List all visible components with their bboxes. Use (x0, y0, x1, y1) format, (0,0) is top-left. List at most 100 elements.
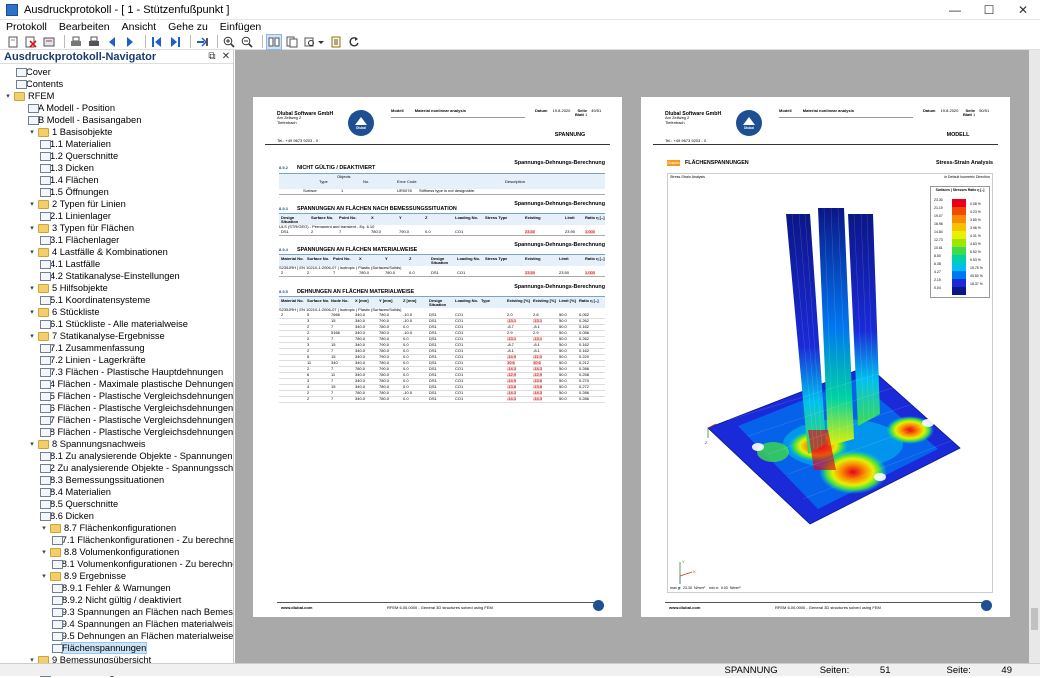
tree-item[interactable]: 7.5 Flächen - Plastische Vergleichsdehnu… (0, 390, 233, 402)
last-page-icon[interactable] (168, 35, 182, 49)
tree-item[interactable]: Flächenspannungen (0, 642, 233, 654)
pin-icon[interactable]: ⧉ (205, 51, 219, 62)
refresh-icon[interactable] (347, 35, 361, 49)
tree-item[interactable]: ▾ 8.7 Flächenkonfigurationen (0, 522, 233, 534)
delete-icon[interactable] (24, 35, 38, 49)
tree-item[interactable]: 7.1 Zusammenfassung (0, 342, 233, 354)
menu-einfuegen[interactable]: Einfügen (214, 21, 267, 33)
cell: DS1 (429, 330, 437, 335)
tree-item[interactable]: ▾ 5 Hilfsobjekte (0, 282, 233, 294)
tree-item[interactable]: 8.4 Materialien (0, 486, 233, 498)
expand-arrow-icon[interactable]: ▾ (40, 548, 48, 556)
model-value: Material nonlinear analysis (802, 108, 854, 113)
menu-bearbeiten[interactable]: Bearbeiten (53, 21, 116, 33)
minimize-button[interactable]: — (938, 0, 972, 20)
expand-arrow-icon[interactable]: ▾ (28, 248, 36, 256)
sec2-row: DS1 2 7 780.0 790.0 0.0 CO1 23.50 23.90 1.000 (279, 229, 605, 236)
menu-protokoll[interactable]: Protokoll (0, 21, 53, 33)
sheet-value: 1 (973, 112, 976, 118)
preview-area[interactable]: Dlubal Software GmbH Am Zellweg 2 Tiefen… (235, 50, 1040, 663)
tree-item[interactable]: Contents (0, 78, 233, 90)
expand-arrow-icon[interactable]: ▾ (40, 524, 48, 532)
tree-item[interactable]: ▾ 7 Statikanalyse-Ergebnisse (0, 330, 233, 342)
tree-item[interactable]: 8.7.1 Flächenkonfigurationen - Zu berech… (0, 534, 233, 546)
tree-item[interactable]: 8.1 Zu analysierende Objekte - Spannunge… (0, 450, 233, 462)
zoom-in-icon[interactable] (222, 35, 236, 49)
two-page-view-icon[interactable] (266, 33, 282, 50)
tree-item[interactable]: 8.9.1 Fehler & Warnungen (0, 582, 233, 594)
tree-item[interactable]: ▾ 8.9 Ergebnisse (0, 570, 233, 582)
zoom-out-icon[interactable] (240, 35, 254, 49)
cell: -14.3 (533, 396, 543, 402)
expand-arrow-icon[interactable]: ▾ (28, 200, 36, 208)
tree-item[interactable]: ▾ 8.8 Volumenkonfigurationen (0, 546, 233, 558)
close-button[interactable]: ✕ (1006, 0, 1040, 20)
tree-item[interactable]: 8.8.1 Volumenkonfigurationen - Zu berech… (0, 558, 233, 570)
tree-item[interactable]: 8.5 Querschnitte (0, 498, 233, 510)
tree-item[interactable]: ▾ 6 Stückliste (0, 306, 233, 318)
tree-item[interactable]: 7.4 Flächen - Maximale plastische Dehnun… (0, 378, 233, 390)
tree-item[interactable]: 8.2 Zu analysierende Objekte - Spannungs… (0, 462, 233, 474)
go-to-page-icon[interactable] (195, 35, 209, 49)
tree-item[interactable]: 6.1 Stückliste - Alle materialweise (0, 318, 233, 330)
expand-arrow-icon[interactable]: ▾ (28, 224, 36, 232)
print-preview-icon[interactable] (87, 35, 101, 49)
menu-gehe-zu[interactable]: Gehe zu (162, 21, 214, 33)
page-setup-icon[interactable] (42, 35, 56, 49)
expand-arrow-icon[interactable]: ▾ (28, 332, 36, 340)
tree-item[interactable]: ▾ 1 Basisobjekte (0, 126, 233, 138)
vertical-scrollbar[interactable] (1029, 50, 1040, 663)
first-page-icon[interactable] (150, 35, 164, 49)
navigator-close-icon[interactable]: ✕ (219, 51, 233, 62)
scrollbar-thumb[interactable] (1031, 608, 1038, 630)
tree-item[interactable]: 8.9.2 Nicht gültig / deaktiviert (0, 594, 233, 606)
print-icon[interactable] (69, 35, 83, 49)
tree-item[interactable]: 7.3 Flächen - Plastische Hauptdehnungen (0, 366, 233, 378)
tree-item[interactable]: ▾ RFEM (0, 90, 233, 102)
new-document-icon[interactable] (6, 35, 20, 49)
cell: 7 (331, 348, 334, 353)
tree-item[interactable]: ▾ 2 Typen für Linien (0, 198, 233, 210)
tree-item[interactable]: B Modell - Basisangaben (0, 114, 233, 126)
tree-item[interactable]: Cover (0, 66, 233, 78)
tree-item[interactable]: ▾ 4 Lastfälle & Kombinationen (0, 246, 233, 258)
tree-item[interactable]: 8.6 Dicken (0, 510, 233, 522)
tree-item[interactable]: 5.1 Koordinatensysteme (0, 294, 233, 306)
tree-item[interactable]: 7.6 Flächen - Plastische Vergleichsdehnu… (0, 402, 233, 414)
expand-arrow-icon[interactable]: ▾ (28, 128, 36, 136)
expand-arrow-icon[interactable]: ▾ (28, 440, 36, 448)
tree-item[interactable]: 8.9.4 Spannungen an Flächen materialweis… (0, 618, 233, 630)
tree-item[interactable]: 7.8 Flächen - Plastische Vergleichsdehnu… (0, 426, 233, 438)
tree-item[interactable]: A Modell - Position (0, 102, 233, 114)
tree-item[interactable]: 8.3 Bemessungssituationen (0, 474, 233, 486)
maximize-button[interactable]: ☐ (972, 0, 1006, 20)
tree-item[interactable]: 2.1 Linienlager (0, 210, 233, 222)
tree-item[interactable]: 1.5 Öffnungen (0, 186, 233, 198)
expand-arrow-icon[interactable]: ▾ (4, 92, 12, 100)
menu-ansicht[interactable]: Ansicht (116, 21, 162, 33)
legend-percent: 15.75 % (970, 266, 983, 270)
previous-page-icon[interactable] (105, 35, 119, 49)
cell: 780.0 (379, 336, 390, 341)
tree-item[interactable]: 7.7 Flächen - Plastische Vergleichsdehnu… (0, 414, 233, 426)
expand-arrow-icon[interactable]: ▾ (28, 308, 36, 316)
tree-item[interactable]: 4.2 Statikanalyse-Einstellungen (0, 270, 233, 282)
page-layout-icon[interactable] (285, 35, 299, 49)
next-page-icon[interactable] (123, 35, 137, 49)
tree-item[interactable]: 8.9.5 Dehnungen an Flächen materialweise (0, 630, 233, 642)
tree-item[interactable]: 1.3 Dicken (0, 162, 233, 174)
expand-arrow-icon[interactable]: ▾ (40, 572, 48, 580)
view-dropdown-icon[interactable] (303, 35, 325, 49)
tree-item[interactable]: 8.9.3 Spannungen an Flächen nach Bemessu… (0, 606, 233, 618)
tree-item[interactable]: 1.4 Flächen (0, 174, 233, 186)
tree-item[interactable]: 1.1 Materialien (0, 138, 233, 150)
tree-item[interactable]: 4.1 Lastfälle (0, 258, 233, 270)
tree-item[interactable]: 3.1 Flächenlager (0, 234, 233, 246)
tree-item[interactable]: 1.2 Querschnitte (0, 150, 233, 162)
tree-item[interactable]: ▾ 8 Spannungsnachweis (0, 438, 233, 450)
expand-arrow-icon[interactable]: ▾ (28, 284, 36, 292)
tree-item[interactable]: 7.2 Linien - Lagerkräfte (0, 354, 233, 366)
report-settings-icon[interactable] (329, 35, 343, 49)
tree-item[interactable]: ▾ 3 Typen für Flächen (0, 222, 233, 234)
cell: -8.1 (533, 324, 540, 329)
